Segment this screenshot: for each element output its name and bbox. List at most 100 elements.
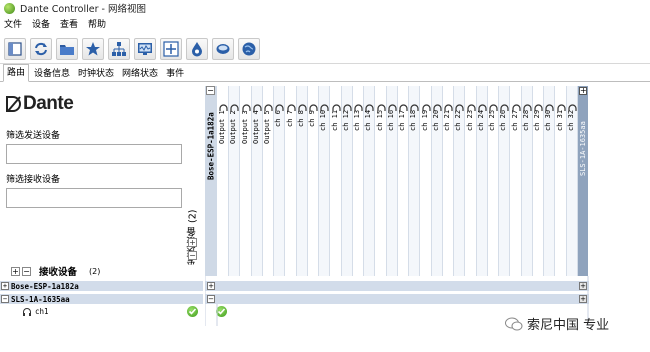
tab-events[interactable]: 事件 [163,66,187,81]
tx-channel-column[interactable]: ch 19 [421,86,432,276]
tx-channel-column[interactable]: ch 20 [431,86,443,276]
monitor-icon [138,42,152,55]
tx-channel-label: ch 22 [454,110,463,132]
tx-channel-label: ch 13 [353,110,361,132]
receivers-expand-all[interactable]: + [11,266,20,276]
rx-device-row[interactable]: + Bose-ESP-1a182a [0,281,203,291]
tx-channel-column[interactable]: ch 18 [409,86,421,276]
wechat-icon [505,317,523,330]
receivers-collapse-all[interactable]: − [22,266,31,276]
tx-channel-column[interactable]: Output 2 [229,86,241,276]
tx-channel-label: ch 8 [296,110,305,127]
receivers-count: (2) [89,266,101,276]
window-title: Dante Controller - 网络视图 [20,4,146,15]
tab-clock-status[interactable]: 时钟状态 [75,66,117,81]
tx-channel-column[interactable]: ch 17 [398,86,409,276]
sidebar-toggle-button[interactable] [4,37,26,60]
open-folder-button[interactable] [56,37,78,60]
filter-tx-label: 筛选发送设备 [6,131,61,141]
rx-device-expand[interactable]: + [1,282,9,290]
tx-channel-column[interactable]: ch 25 [488,86,499,276]
tx-channel-label: ch 21 [443,110,451,132]
tx-channel-column[interactable]: ch 28 [521,86,533,276]
rx-device-row[interactable]: − SLS-1A-1635aa [0,294,203,304]
tx-channel-column[interactable]: ch 16 [386,86,398,276]
tx-channel-column[interactable]: ch 15 [376,86,387,276]
tab-device-info[interactable]: 设备信息 [31,66,73,81]
transmitters-collapse-all[interactable]: − [188,251,197,260]
favorites-button[interactable] [82,37,104,60]
tx-channel-column[interactable]: ch 30 [544,86,556,276]
tx-channel-label: ch 17 [398,110,406,132]
dante-logo-text: Dante [23,93,74,114]
tx-channel-column[interactable]: ch 29 [533,86,544,276]
refresh-button[interactable] [30,37,52,60]
checkmark-icon [188,308,197,315]
menu-view[interactable]: 查看 [60,17,78,30]
tx-channel-column[interactable]: ch 22 [454,86,466,276]
filter-rx-input[interactable] [6,188,182,208]
folder-icon [60,44,74,55]
tx-channel-column[interactable]: ch 10 [319,86,331,276]
menu-device[interactable]: 设备 [32,17,50,30]
tx-channel-column[interactable]: Output 3 [241,86,252,276]
receivers-header: + − 接收设备 (2) [11,264,100,278]
tx-channel-column[interactable]: ch 6 [274,86,286,276]
add-grid-icon [163,40,179,57]
matrix-button[interactable] [160,37,182,60]
tx-channel-column[interactable]: ch 24 [476,86,488,276]
tx-channel-label: ch 15 [375,110,384,132]
tx-channel-column[interactable]: ch 31 [556,86,567,276]
title-bar: Dante Controller - 网络视图 [0,0,650,16]
tx-channel-column[interactable]: Output 5 [263,86,274,276]
tx-channel-column[interactable]: ch 9 [308,86,319,276]
transmitters-count: (2) [187,209,199,223]
filter-rx-label: 筛选接收设备 [6,175,61,185]
rx-channel-row[interactable]: ch1 [0,306,203,317]
tx-channel-column[interactable]: ch 8 [296,86,308,276]
network-view-button[interactable] [108,37,130,60]
watermark: 索尼中国 专业 [505,314,609,333]
tx-channel-column[interactable]: Output 1 [218,86,229,276]
tx-channel-column[interactable]: ch 11 [331,86,342,276]
disc-button[interactable] [212,37,234,60]
tx-channel-column[interactable]: ch 14 [364,86,376,276]
dante-logo: Dante [6,93,74,114]
tx-channel-label: ch 14 [364,110,373,132]
menu-file[interactable]: 文件 [4,17,22,30]
network-tree-icon [112,41,126,56]
tx-channel-column[interactable]: Output 4 [251,86,263,276]
drop-button[interactable] [186,37,208,60]
tx-channel-column[interactable]: ch 7 [286,86,297,276]
tx-channel-label: ch 27 [510,110,519,132]
tx-channel-column[interactable]: ch 26 [499,86,511,276]
tx-channel-column[interactable]: ch 12 [341,86,353,276]
tx-channel-column[interactable]: ch 21 [443,86,454,276]
dante-app-icon [4,2,15,14]
tx-channel-label: ch 29 [533,110,541,132]
rx-device-collapse[interactable]: − [1,295,9,303]
receivers-title: 接收设备 [39,267,78,278]
tx-channel-label: Output 5 [263,110,271,144]
tx-collapsed-device-name[interactable]: SLS-1A-1635aa [578,96,588,176]
tx-channel-label: ch 18 [409,110,418,132]
tab-network-status[interactable]: 网络状态 [119,66,161,81]
tx-channel-label: ch 32 [566,110,575,132]
globe-button[interactable] [238,37,260,60]
tx-device-name[interactable]: Bose-ESP-1a182a [205,90,217,180]
tx-channel-column[interactable]: ch 13 [353,86,364,276]
tx-channel-column[interactable]: ch 23 [466,86,477,276]
rx-channel-name: ch1 [35,307,49,316]
tx-channel-label: ch 20 [431,110,440,132]
tx-channel-label: ch 16 [386,110,395,132]
tx-channel-column[interactable]: ch 32 [566,86,578,276]
rx-device-name: Bose-ESP-1a182a [11,281,79,291]
monitor-button[interactable] [134,37,156,60]
tx-channel-column[interactable]: ch 27 [511,86,522,276]
drop-icon [192,41,202,56]
tab-routing[interactable]: 路由 [3,64,30,82]
menu-help[interactable]: 帮助 [88,17,106,30]
filter-tx-input[interactable] [6,144,182,164]
tx-collapsed-device-expand[interactable]: + [579,87,587,95]
transmitters-expand-all[interactable]: + [188,238,197,247]
